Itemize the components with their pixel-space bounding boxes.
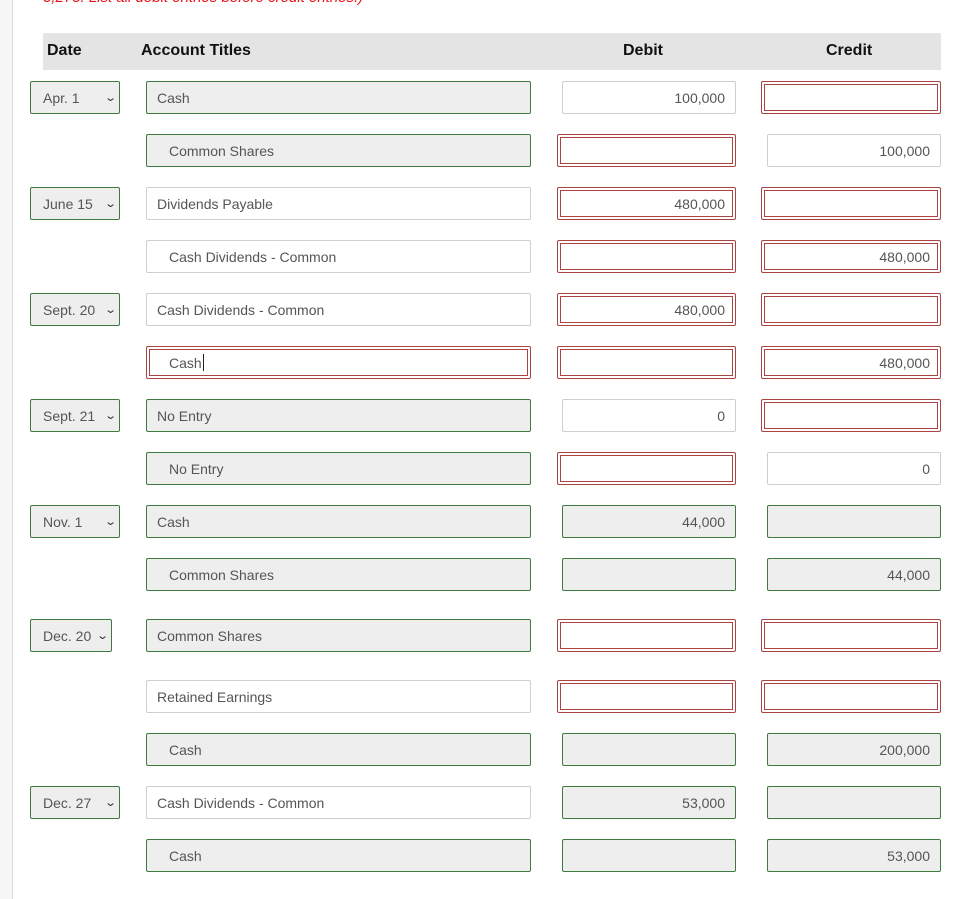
journal-line: June 15 ⌄ Dividends Payable 480,000 <box>0 187 964 220</box>
table-header: Date Account Titles Debit Credit <box>43 33 941 70</box>
instruction-text: 3,275. List all debit entries before cre… <box>43 0 363 6</box>
credit-input[interactable] <box>767 786 941 819</box>
chevron-down-icon: ⌄ <box>103 198 117 210</box>
credit-input[interactable]: 480,000 <box>761 346 941 379</box>
debit-input[interactable]: 480,000 <box>557 187 736 220</box>
date-select[interactable]: Dec. 27 ⌄ <box>30 786 120 819</box>
journal-line: Common Shares 100,000 <box>0 134 964 167</box>
debit-input[interactable] <box>557 619 736 652</box>
debit-input[interactable] <box>562 839 736 872</box>
account-title-value: Cash <box>169 354 202 371</box>
account-title-input[interactable]: Common Shares <box>146 558 531 591</box>
header-account-titles: Account Titles <box>141 42 251 59</box>
chevron-down-icon: ⌄ <box>103 516 117 528</box>
account-title-input-focused[interactable]: Cash <box>146 346 531 379</box>
account-title-input[interactable]: Retained Earnings <box>146 680 531 713</box>
debit-input[interactable]: 53,000 <box>562 786 736 819</box>
date-value: June 15 <box>43 195 93 212</box>
account-title-input[interactable]: Cash Dividends - Common <box>146 293 531 326</box>
debit-input[interactable] <box>557 134 736 167</box>
header-debit: Debit <box>623 42 663 59</box>
debit-input[interactable] <box>557 346 736 379</box>
journal-line: Cash 53,000 <box>0 839 964 872</box>
date-value: Sept. 21 <box>43 407 96 424</box>
date-select[interactable]: Sept. 20 ⌄ <box>30 293 120 326</box>
debit-input[interactable] <box>557 680 736 713</box>
debit-input[interactable] <box>557 240 736 273</box>
credit-input[interactable]: 0 <box>767 452 941 485</box>
debit-input[interactable] <box>562 558 736 591</box>
date-select[interactable]: Sept. 21 ⌄ <box>30 399 120 432</box>
journal-line: Dec. 27 ⌄ Cash Dividends - Common 53,000 <box>0 786 964 819</box>
debit-input[interactable]: 0 <box>562 399 736 432</box>
journal-line: Cash 480,000 <box>0 346 964 379</box>
journal-line: Common Shares 44,000 <box>0 558 964 591</box>
date-select[interactable]: Dec. 20 ⌄ <box>30 619 112 652</box>
account-title-input[interactable]: No Entry <box>146 452 531 485</box>
journal-line: Sept. 20 ⌄ Cash Dividends - Common 480,00… <box>0 293 964 326</box>
credit-input[interactable]: 44,000 <box>767 558 941 591</box>
account-title-input[interactable]: Dividends Payable <box>146 187 531 220</box>
debit-input[interactable]: 100,000 <box>562 81 736 114</box>
credit-input[interactable]: 200,000 <box>767 733 941 766</box>
journal-line: Retained Earnings <box>0 680 964 713</box>
date-select[interactable]: Nov. 1 ⌄ <box>30 505 120 538</box>
date-value: Sept. 20 <box>43 301 96 318</box>
credit-input[interactable] <box>761 81 941 114</box>
date-value: Dec. 27 <box>43 794 92 811</box>
journal-line: Apr. 1 ⌄ Cash 100,000 <box>0 81 964 114</box>
header-credit: Credit <box>826 42 873 59</box>
date-value: Apr. 1 <box>43 89 80 106</box>
account-title-input[interactable]: Cash Dividends - Common <box>146 786 531 819</box>
journal-line: Dec. 20 ⌄ Common Shares <box>0 619 964 652</box>
debit-input[interactable] <box>557 452 736 485</box>
credit-input[interactable] <box>761 680 941 713</box>
chevron-down-icon: ⌄ <box>103 304 117 316</box>
credit-input[interactable]: 480,000 <box>761 240 941 273</box>
account-title-input[interactable]: Cash <box>146 733 531 766</box>
journal-line: No Entry 0 <box>0 452 964 485</box>
credit-input[interactable] <box>761 187 941 220</box>
debit-input[interactable] <box>562 733 736 766</box>
date-value: Dec. 20 <box>43 627 92 644</box>
chevron-down-icon: ⌄ <box>95 630 109 642</box>
journal-line: Cash Dividends - Common 480,000 <box>0 240 964 273</box>
journal-line: Nov. 1 ⌄ Cash 44,000 <box>0 505 964 538</box>
account-title-input[interactable]: Cash Dividends - Common <box>146 240 531 273</box>
journal-line: Sept. 21 ⌄ No Entry 0 <box>0 399 964 432</box>
credit-input[interactable] <box>761 399 941 432</box>
date-select[interactable]: June 15 ⌄ <box>30 187 120 220</box>
debit-input[interactable]: 480,000 <box>557 293 736 326</box>
account-title-input[interactable]: Common Shares <box>146 134 531 167</box>
chevron-down-icon: ⌄ <box>103 92 117 104</box>
chevron-down-icon: ⌄ <box>103 797 117 809</box>
account-title-input[interactable]: Cash <box>146 505 531 538</box>
credit-input[interactable] <box>767 505 941 538</box>
account-title-input[interactable]: No Entry <box>146 399 531 432</box>
text-cursor <box>202 354 204 371</box>
journal-line: Cash 200,000 <box>0 733 964 766</box>
account-title-input[interactable]: Cash <box>146 81 531 114</box>
date-value: Nov. 1 <box>43 513 83 530</box>
header-date: Date <box>47 42 82 59</box>
debit-input[interactable]: 44,000 <box>562 505 736 538</box>
account-title-input[interactable]: Common Shares <box>146 619 531 652</box>
credit-input[interactable] <box>761 293 941 326</box>
credit-input[interactable]: 53,000 <box>767 839 941 872</box>
account-title-input[interactable]: Cash <box>146 839 531 872</box>
chevron-down-icon: ⌄ <box>103 410 117 422</box>
date-select[interactable]: Apr. 1 ⌄ <box>30 81 120 114</box>
credit-input[interactable]: 100,000 <box>767 134 941 167</box>
credit-input[interactable] <box>761 619 941 652</box>
